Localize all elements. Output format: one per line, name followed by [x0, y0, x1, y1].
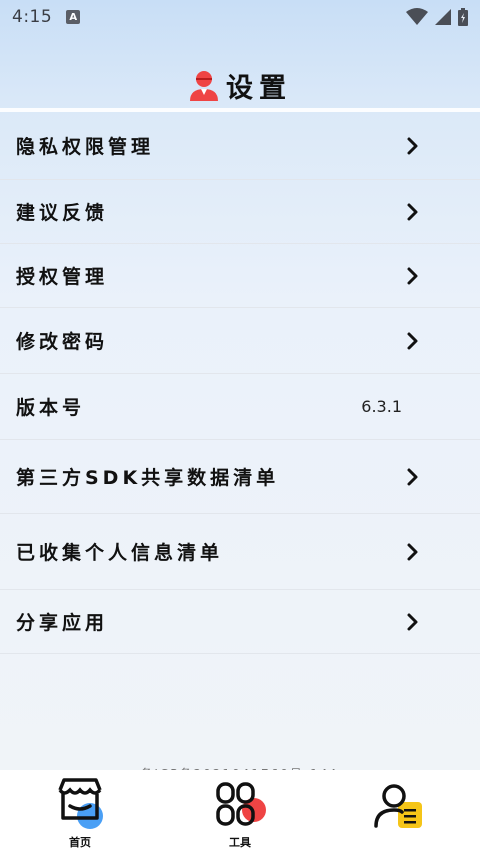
- store-icon: [58, 778, 103, 829]
- tab-home[interactable]: 首页: [30, 770, 130, 850]
- battery-icon: [458, 8, 468, 26]
- menu-item-label: 已收集个人信息清单: [16, 542, 224, 564]
- menu-item-change-password[interactable]: 修改密码: [0, 308, 480, 374]
- menu-item-collected-info[interactable]: 已收集个人信息清单: [0, 514, 480, 590]
- version-value: 6.3.1: [361, 397, 402, 416]
- chevron-right-icon: [407, 468, 418, 485]
- chevron-right-icon: [407, 332, 418, 349]
- page-title: 设置: [226, 72, 292, 104]
- status-time: 4:15: [12, 7, 53, 27]
- menu-item-label: 版本号: [16, 397, 86, 419]
- wifi-icon: [406, 8, 428, 25]
- menu-item-label: 隐私权限管理: [16, 136, 155, 158]
- menu-item-label: 建议反馈: [16, 202, 109, 224]
- menu-item-authorization[interactable]: 授权管理: [0, 244, 480, 308]
- status-bar: 4:15 A: [0, 0, 480, 34]
- chevron-right-icon: [407, 543, 418, 560]
- cell-signal-icon: [435, 9, 451, 25]
- chevron-right-icon: [407, 137, 418, 154]
- menu-item-version: 版本号 6.3.1: [0, 374, 480, 440]
- menu-item-privacy-permissions[interactable]: 隐私权限管理: [0, 112, 480, 180]
- page-header: 设置: [0, 60, 480, 110]
- chevron-right-icon: [407, 203, 418, 220]
- notification-a-icon: A: [66, 10, 81, 24]
- bottom-tab-bar: 首页 工具: [0, 770, 480, 853]
- user-avatar-icon: [190, 71, 218, 101]
- chevron-right-icon: [407, 613, 418, 630]
- tab-label: 首页: [69, 836, 91, 849]
- user-profile-icon: [374, 784, 422, 828]
- menu-item-third-party-sdk[interactable]: 第三方SDK共享数据清单: [0, 440, 480, 514]
- menu-item-label: 修改密码: [16, 331, 109, 353]
- menu-item-feedback[interactable]: 建议反馈: [0, 180, 480, 244]
- tab-label: 工具: [229, 836, 251, 849]
- tab-tools[interactable]: 工具: [190, 770, 290, 850]
- tools-grid-icon: [216, 782, 266, 826]
- menu-item-label: 第三方SDK共享数据清单: [16, 467, 280, 489]
- menu-item-share-app[interactable]: 分享应用: [0, 590, 480, 654]
- menu-item-label: 授权管理: [16, 266, 109, 288]
- menu-item-label: 分享应用: [16, 612, 109, 634]
- tab-profile[interactable]: [350, 770, 450, 838]
- chevron-right-icon: [407, 267, 418, 284]
